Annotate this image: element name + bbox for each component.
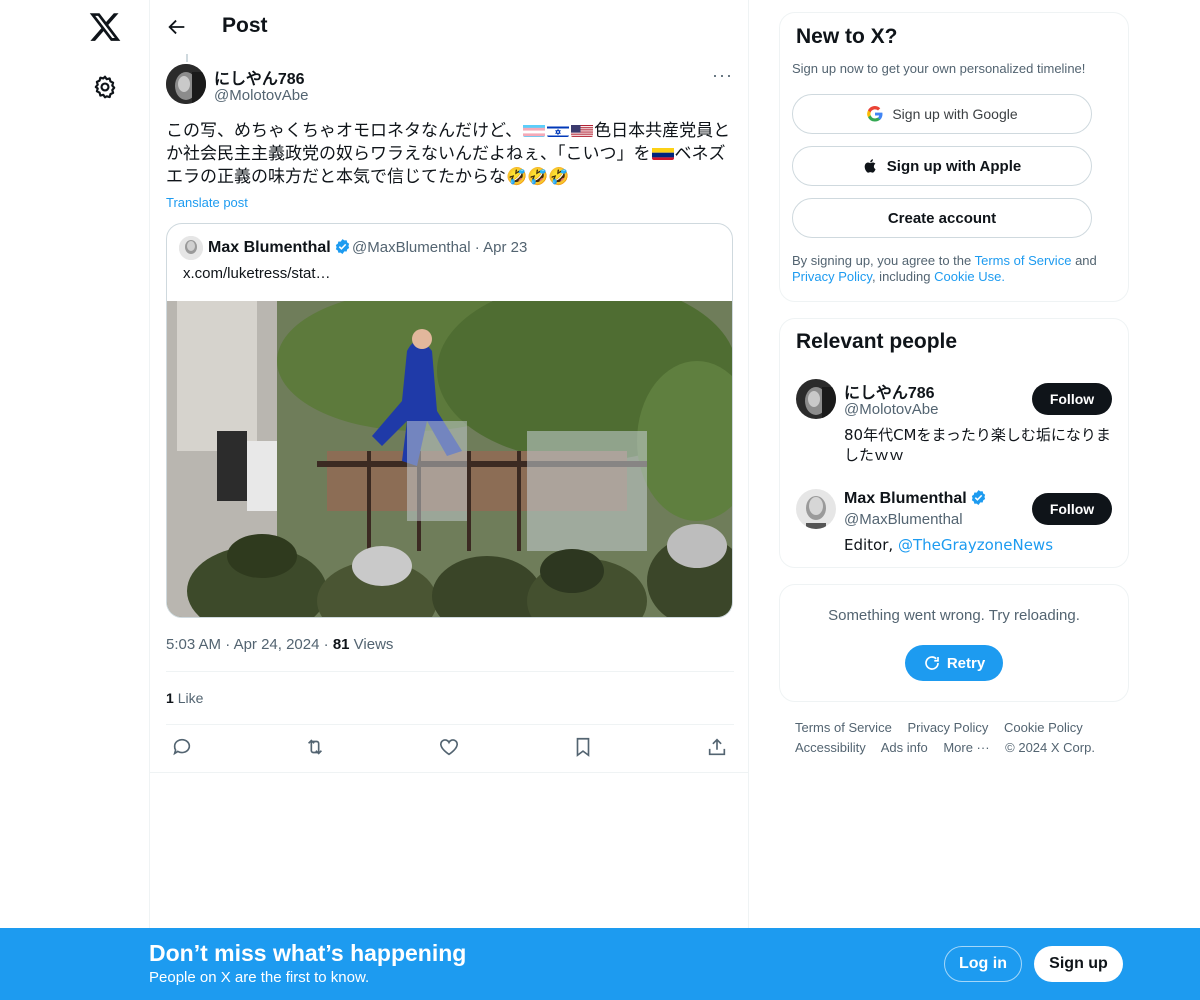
author-handle[interactable]: @MolotovAbe	[214, 87, 308, 104]
follow-button[interactable]: Follow	[1032, 493, 1112, 525]
venezuela-flag-icon	[651, 146, 674, 160]
views-label: Views	[353, 636, 394, 653]
main-column: Post にしやん786 @MolotovAbe ··· この写、めちゃくちゃオ…	[149, 0, 749, 1000]
reply-icon[interactable]	[171, 736, 193, 758]
tweet-text-part-1: この写、めちゃくちゃオモロネタなんだけど、	[166, 121, 523, 141]
gear-icon[interactable]	[92, 74, 118, 100]
more-options-icon[interactable]: ···	[712, 66, 734, 84]
footer-privacy-link[interactable]: Privacy Policy	[907, 720, 988, 735]
usa-flag-icon	[571, 123, 594, 137]
likes-label: Like	[177, 690, 204, 706]
cookie-link[interactable]: Cookie Use.	[934, 269, 1005, 284]
post-meta: 5:03 AM · Apr 24, 2024 · 81 Views	[166, 636, 394, 653]
page-title: Post	[222, 14, 268, 37]
verified-badge-icon	[971, 490, 985, 505]
left-nav	[0, 0, 150, 1000]
footer-copyright: © 2024 X Corp.	[1005, 740, 1095, 755]
post-date[interactable]: Apr 24, 2024	[234, 636, 320, 653]
author-name[interactable]: にしやん786	[214, 65, 305, 89]
thread-line	[186, 54, 188, 62]
signup-apple-label: Sign up with Apple	[886, 157, 1022, 175]
footer-cookie-link[interactable]: Cookie Policy	[1004, 720, 1083, 735]
transgender-flag-icon	[523, 123, 546, 137]
quote-photo[interactable]	[167, 301, 732, 617]
follow-button[interactable]: Follow	[1032, 383, 1112, 415]
apple-icon	[864, 159, 876, 173]
signup-card-title: New to X?	[796, 25, 898, 48]
x-logo-icon[interactable]	[88, 10, 122, 44]
views-count: 81	[332, 636, 350, 653]
signup-google-label: Sign up with Google	[892, 106, 1018, 122]
bookmark-icon[interactable]	[572, 736, 594, 758]
likes-count: 1	[166, 690, 174, 706]
google-icon	[867, 105, 883, 122]
error-message: Something went wrong. Try reloading.	[828, 607, 1080, 624]
signup-google-button[interactable]: Sign up with Google	[792, 94, 1092, 134]
footer-links: Terms of Service Privacy Policy Cookie P…	[795, 718, 1135, 758]
likes-stat[interactable]: 1 Like	[166, 690, 203, 706]
divider	[166, 724, 734, 725]
create-account-button[interactable]: Create account	[792, 198, 1092, 238]
login-banner: Don’t miss what’s happening People on X …	[0, 928, 1200, 1000]
post-header: Post	[150, 0, 749, 54]
divider	[150, 772, 749, 773]
author-avatar[interactable]	[166, 64, 206, 104]
repost-icon[interactable]	[304, 736, 326, 758]
signup-apple-button[interactable]: Sign up with Apple	[792, 146, 1092, 186]
verified-badge-icon	[335, 239, 349, 254]
person-bio: 80年代CMをまったり楽しむ垢になりましたｗｗ	[844, 426, 1111, 464]
tweet-text: この写、めちゃくちゃオモロネタなんだけど、 色日本共産党員とか社会民主主義政党の奴…	[166, 120, 734, 189]
login-button[interactable]: Log in	[944, 946, 1022, 982]
person-name[interactable]: にしやん786	[844, 379, 935, 403]
person-name[interactable]: Max Blumenthal	[844, 489, 987, 508]
relevant-people-card: Relevant people にしやん786 @MolotovAbe 80年代…	[779, 318, 1129, 568]
post-time[interactable]: 5:03 AM	[166, 636, 221, 653]
person-handle[interactable]: @MolotovAbe	[844, 401, 938, 418]
person-bio: Editor, @TheGrayzoneNews	[844, 536, 1054, 554]
signup-legal-text: By signing up, you agree to the Terms of…	[792, 253, 1097, 284]
banner-title: Don’t miss what’s happening	[149, 940, 467, 966]
back-arrow-icon[interactable]	[166, 16, 188, 38]
error-card: Something went wrong. Try reloading. Ret…	[779, 584, 1129, 702]
relevant-people-title: Relevant people	[796, 330, 958, 353]
footer-terms-link[interactable]: Terms of Service	[795, 720, 892, 735]
divider	[166, 671, 734, 672]
quote-author-avatar	[179, 236, 203, 260]
quote-author-handle: @MaxBlumenthal · Apr 23	[352, 239, 528, 256]
quote-date: Apr 23	[483, 239, 528, 256]
share-icon[interactable]	[706, 736, 728, 758]
quote-author-name: Max Blumenthal	[208, 238, 351, 257]
quote-text: x.com/luketress/stat…	[183, 265, 331, 282]
action-bar	[166, 736, 734, 762]
banner-subtitle: People on X are the first to know.	[149, 969, 370, 986]
footer-accessibility-link[interactable]: Accessibility	[795, 740, 866, 755]
signup-card: New to X? Sign up now to get your own pe…	[779, 12, 1129, 302]
footer-more-link[interactable]: More ···	[943, 740, 989, 755]
refresh-icon	[925, 656, 939, 670]
terms-link[interactable]: Terms of Service	[975, 253, 1072, 268]
retry-button[interactable]: Retry	[905, 645, 1003, 681]
footer-ads-link[interactable]: Ads info	[881, 740, 928, 755]
person-avatar[interactable]	[796, 489, 836, 529]
israel-flag-icon	[547, 123, 570, 137]
person-handle[interactable]: @MaxBlumenthal	[844, 511, 963, 528]
person-avatar[interactable]	[796, 379, 836, 419]
signup-button[interactable]: Sign up	[1034, 946, 1123, 982]
translate-post-link[interactable]: Translate post	[166, 195, 248, 210]
retry-label: Retry	[946, 654, 986, 672]
signup-card-subtitle: Sign up now to get your own personalized…	[792, 61, 1086, 76]
privacy-link[interactable]: Privacy Policy	[792, 269, 872, 284]
grayzone-link[interactable]: @TheGrayzoneNews	[898, 536, 1053, 554]
quoted-tweet[interactable]: Max Blumenthal @MaxBlumenthal · Apr 23 x…	[166, 223, 733, 618]
like-icon[interactable]	[438, 736, 460, 758]
